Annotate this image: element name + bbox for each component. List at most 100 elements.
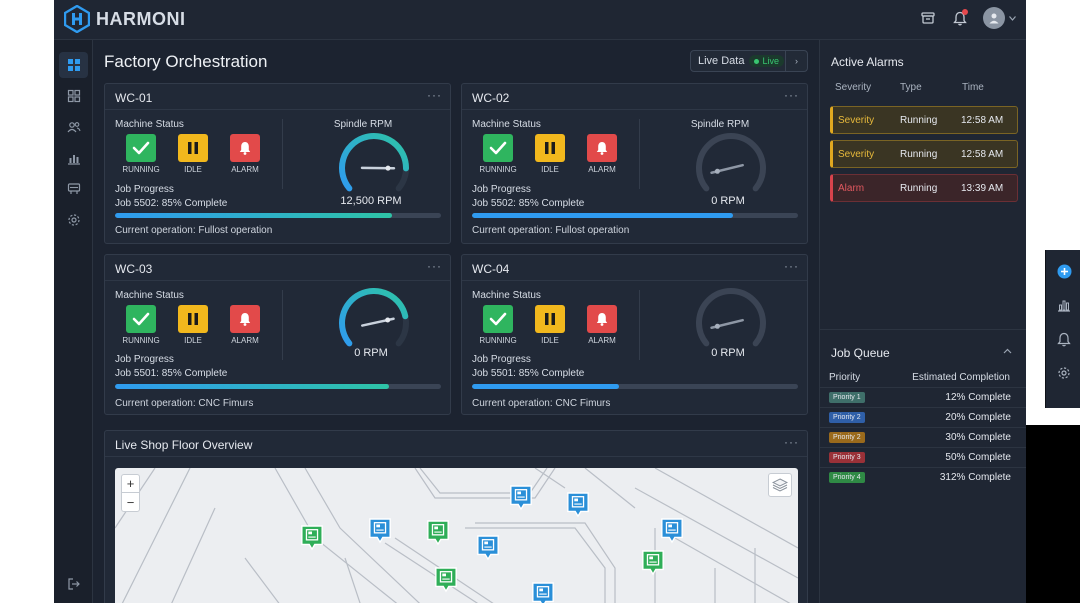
gauge-hub: [385, 165, 391, 171]
work-center-card-wc-01: WC-01 ··· Machine Status RUNNING IDLE AL…: [104, 83, 451, 244]
divider: [639, 290, 640, 360]
machine-pin-icon[interactable]: [434, 565, 458, 595]
users-icon: [67, 122, 81, 133]
more-options-icon[interactable]: ···: [784, 259, 799, 273]
status-alarm[interactable]: ALARM: [576, 305, 628, 345]
machine-pin-icon[interactable]: [426, 518, 450, 548]
alarms-column-severity: Severity: [835, 82, 872, 93]
alarm-time: 12:58 AM: [961, 115, 1004, 126]
card-header: WC-01 ···: [105, 84, 450, 110]
analytics-icon[interactable]: [1054, 295, 1074, 315]
job-queue-row[interactable]: Priority 4 312% Complete: [820, 467, 1026, 487]
job-queue-column-completion: Estimated Completion: [912, 372, 1010, 383]
gauge-track: [696, 133, 766, 192]
bell-icon[interactable]: [1054, 329, 1074, 349]
settings-icon[interactable]: [1054, 363, 1074, 383]
alarm-bell-icon: [587, 305, 617, 333]
job-queue-row[interactable]: Priority 2 30% Complete: [820, 427, 1026, 447]
map-title: Live Shop Floor Overview: [115, 438, 253, 452]
chevron-up-icon[interactable]: [1003, 346, 1012, 357]
status-idle-label: IDLE: [541, 165, 559, 174]
nav-users[interactable]: [59, 114, 88, 140]
logo[interactable]: HARMONI: [64, 5, 186, 33]
machine-pin-icon[interactable]: [368, 516, 392, 546]
nav-logout[interactable]: [59, 571, 88, 597]
status-running[interactable]: RUNNING: [115, 305, 167, 345]
status-idle[interactable]: IDLE: [167, 134, 219, 174]
more-options-icon[interactable]: ···: [784, 88, 799, 102]
alarm-type: Running: [900, 115, 938, 126]
archive-icon[interactable]: [919, 9, 937, 27]
add-icon[interactable]: [1054, 261, 1074, 281]
machine-status-label: Machine Status: [472, 119, 541, 130]
alarm-row[interactable]: Severity Running 12:58 AM: [830, 140, 1018, 168]
status-idle[interactable]: IDLE: [524, 305, 576, 345]
machine-pin-icon[interactable]: [509, 483, 533, 513]
job-progress-label: Job Progress: [115, 354, 174, 365]
more-options-icon[interactable]: ···: [427, 88, 442, 102]
avatar: [983, 7, 1005, 29]
job-progress-bar: [115, 213, 441, 218]
status-alarm[interactable]: ALARM: [219, 305, 271, 345]
live-data-label: Live Data: [698, 55, 745, 67]
machine-pin-icon[interactable]: [660, 516, 684, 546]
priority-badge: Priority 4: [829, 472, 865, 483]
alarm-row[interactable]: Severity Running 12:58 AM: [830, 106, 1018, 134]
job-queue-row[interactable]: Priority 3 50% Complete: [820, 447, 1026, 467]
priority-badge: Priority 3: [829, 452, 865, 463]
spindle-gauge: [339, 133, 410, 192]
pause-icon: [535, 305, 565, 333]
main-content: Factory Orchestration Live Data Live › W…: [93, 40, 819, 603]
current-operation: Current operation: Fullost operation: [472, 225, 630, 236]
status-running-label: RUNNING: [479, 165, 517, 174]
alarms-column-type: Type: [900, 82, 922, 93]
alarm-time: 12:58 AM: [961, 149, 1004, 160]
priority-badge: Priority 2: [829, 432, 865, 443]
machine-pin-icon[interactable]: [300, 523, 324, 553]
live-data-dropdown[interactable]: Live Data Live ›: [690, 50, 808, 72]
check-icon: [126, 305, 156, 333]
status-alarm[interactable]: ALARM: [576, 134, 628, 174]
job-progress-text: Job 5502: 85% Complete: [472, 198, 585, 209]
job-progress-bar: [472, 213, 798, 218]
machine-pin-icon[interactable]: [641, 548, 665, 578]
nav-apps[interactable]: [59, 83, 88, 109]
status-idle[interactable]: IDLE: [167, 305, 219, 345]
status-alarm[interactable]: ALARM: [219, 134, 271, 174]
user-menu[interactable]: [983, 7, 1016, 29]
job-queue-row[interactable]: Priority 1 12% Complete: [820, 387, 1026, 407]
status-running[interactable]: RUNNING: [115, 134, 167, 174]
alarm-severity: Severity: [838, 149, 875, 160]
nav-machines[interactable]: [59, 176, 88, 202]
machine-status-buttons: RUNNING IDLE ALARM: [472, 305, 628, 345]
alarm-bell-icon: [587, 134, 617, 162]
nav-analytics[interactable]: [59, 145, 88, 171]
job-progress-label: Job Progress: [115, 184, 174, 195]
estimated-completion: 312% Complete: [939, 472, 1011, 483]
nav-settings[interactable]: [59, 207, 88, 233]
status-idle[interactable]: IDLE: [524, 134, 576, 174]
status-idle-label: IDLE: [184, 165, 202, 174]
zoom-in-button[interactable]: +: [122, 475, 139, 493]
shop-floor-map[interactable]: + −: [115, 468, 798, 603]
chevron-right-icon[interactable]: ›: [785, 51, 807, 71]
map-card-header: Live Shop Floor Overview ···: [105, 431, 807, 457]
machine-pin-icon[interactable]: [531, 580, 555, 603]
nav-dashboard[interactable]: [59, 52, 88, 78]
more-options-icon[interactable]: ···: [784, 435, 799, 449]
zoom-out-button[interactable]: −: [122, 493, 139, 511]
layers-button[interactable]: [768, 473, 792, 497]
notification-bell-icon[interactable]: [951, 9, 969, 27]
pause-icon: [535, 134, 565, 162]
status-running[interactable]: RUNNING: [472, 134, 524, 174]
spindle-rpm-label: Spindle RPM: [690, 119, 750, 130]
alarm-row[interactable]: Alarm Running 13:39 AM: [830, 174, 1018, 202]
machine-pin-icon[interactable]: [566, 490, 590, 520]
more-options-icon[interactable]: ···: [427, 259, 442, 273]
page-title: Factory Orchestration: [104, 52, 268, 71]
job-queue-row[interactable]: Priority 2 20% Complete: [820, 407, 1026, 427]
current-operation: Current operation: Fullost operation: [115, 225, 273, 236]
machine-pin-icon[interactable]: [476, 533, 500, 563]
live-badge: Live: [749, 55, 784, 67]
status-running[interactable]: RUNNING: [472, 305, 524, 345]
